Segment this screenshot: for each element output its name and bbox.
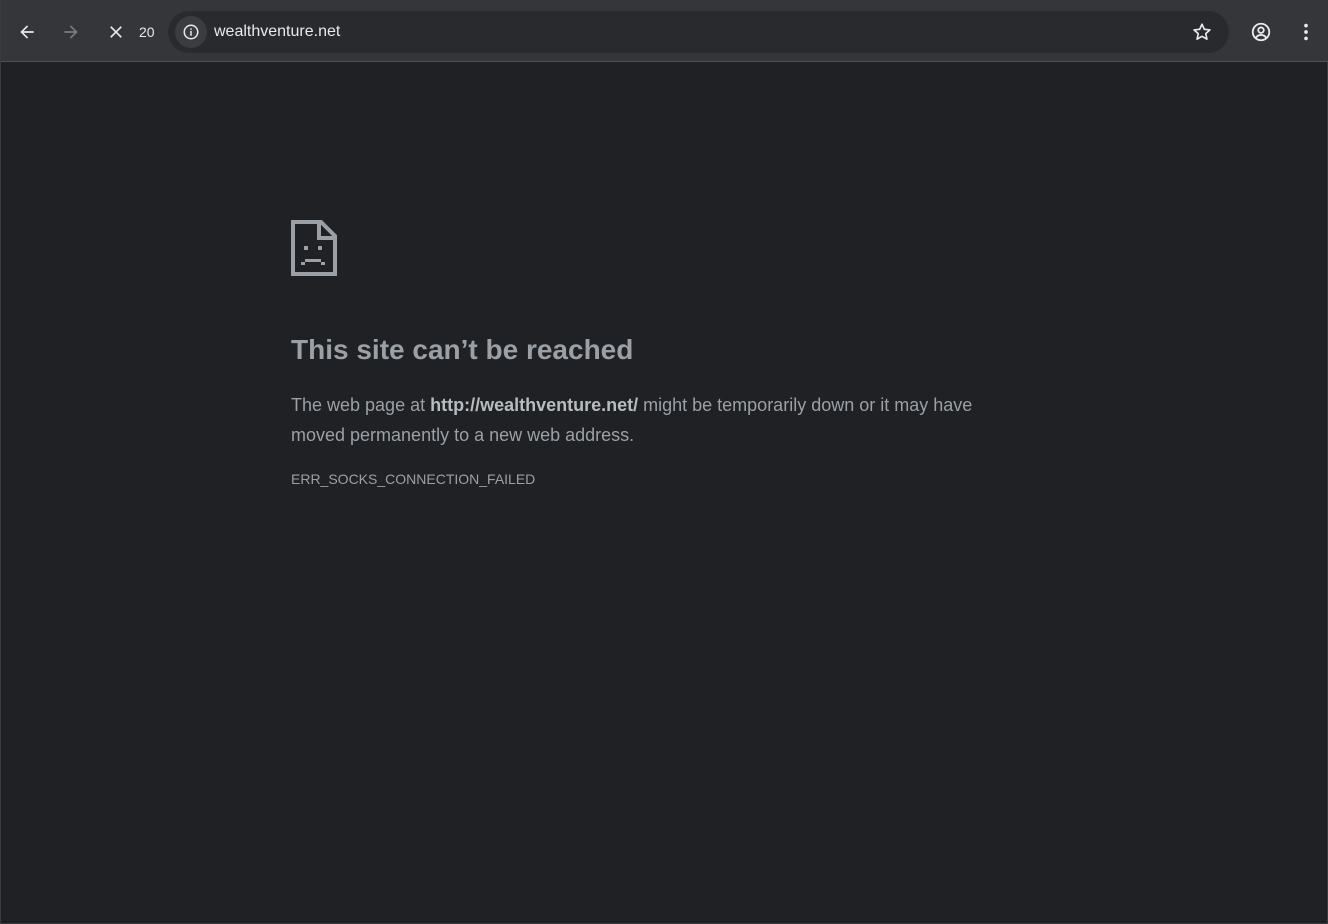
account-circle-icon bbox=[1251, 22, 1271, 42]
back-button[interactable] bbox=[11, 16, 43, 48]
arrow-right-icon bbox=[64, 25, 78, 39]
arrow-left-icon bbox=[20, 25, 34, 39]
forward-button[interactable] bbox=[55, 16, 87, 48]
loading-count: 20 bbox=[139, 24, 155, 40]
info-icon bbox=[183, 24, 199, 40]
sad-page-icon bbox=[291, 220, 337, 276]
more-vert-icon bbox=[1304, 23, 1308, 41]
star-icon[interactable] bbox=[1191, 21, 1213, 43]
menu-button[interactable] bbox=[1290, 16, 1322, 48]
close-icon bbox=[110, 26, 122, 38]
address-bar[interactable]: wealthventure.net bbox=[168, 11, 1229, 53]
browser-toolbar: 20 wealthventure.net bbox=[1, 0, 1328, 62]
error-description-prefix: The web page at bbox=[291, 395, 431, 415]
error-url: http://wealthventure.net/ bbox=[430, 395, 639, 415]
stop-loading-button[interactable] bbox=[100, 16, 132, 48]
url-text[interactable]: wealthventure.net bbox=[214, 23, 340, 41]
error-page: This site can’t be reached The web page … bbox=[291, 220, 1051, 488]
site-info-button[interactable] bbox=[175, 16, 207, 48]
profile-button[interactable] bbox=[1245, 16, 1277, 48]
error-code: ERR_SOCKS_CONNECTION_FAILED bbox=[291, 471, 536, 487]
error-title: This site can’t be reached bbox=[291, 334, 634, 365]
browser-window: 20 wealthventure.net This site can’t be … bbox=[0, 0, 1328, 924]
error-description: The web page at http://wealthventure.net… bbox=[291, 390, 1031, 450]
